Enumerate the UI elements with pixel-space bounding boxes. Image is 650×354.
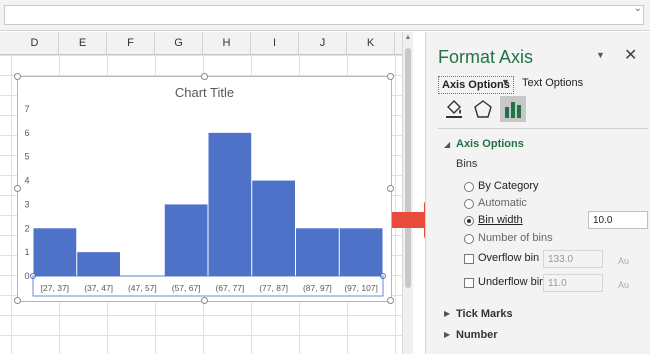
x-tick-label: (87, 97]	[303, 283, 332, 293]
column-h[interactable]: H	[203, 32, 251, 54]
vertical-scrollbar[interactable]: ▲	[402, 32, 413, 354]
overflow-bin-input[interactable]: 133.0	[543, 250, 603, 268]
bin-width-input[interactable]: 10.0	[588, 211, 648, 229]
histogram-bar[interactable]	[208, 132, 252, 276]
column-header: D E F G H I J K	[0, 32, 412, 55]
checkbox-underflow-bin[interactable]	[464, 278, 474, 288]
label-by-category: By Category	[478, 180, 539, 192]
close-icon[interactable]: ✕	[624, 45, 637, 65]
histogram-bar[interactable]	[296, 228, 339, 276]
histogram-bar[interactable]	[33, 228, 77, 276]
effects-pentagon-icon[interactable]	[472, 98, 494, 120]
y-tick-label: 1	[24, 247, 29, 257]
label-overflow-bin: Overflow bin	[478, 252, 540, 264]
resize-handle[interactable]	[387, 185, 394, 192]
y-tick-label: 5	[24, 152, 29, 162]
y-tick-label: 6	[24, 128, 29, 138]
x-tick-label: (77, 87]	[259, 283, 288, 293]
format-axis-pane: Format Axis ▼ ✕ Axis Options ▼ Text Opti…	[425, 32, 650, 354]
radio-by-category[interactable]	[464, 182, 474, 192]
column-d[interactable]: D	[11, 32, 59, 54]
histogram-bar[interactable]	[339, 228, 383, 276]
axis-options-tab-selected[interactable]	[500, 96, 526, 122]
x-tick-label: [27, 37]	[41, 283, 69, 293]
radio-number-of-bins[interactable]	[464, 234, 474, 244]
column-e[interactable]: E	[59, 32, 107, 54]
chart-plot: 0 1 2 3 4 5 6 7 [27, 37] (37, 47] (47, 57] (57, 67]…	[24, 104, 386, 297]
histogram-chart[interactable]: 0 1 2 3 4 5 6 7 [27, 37] (37, 47] (47, 57] (57, 67]…	[14, 73, 394, 304]
y-tick-label: 3	[24, 199, 29, 209]
pane-divider	[438, 128, 648, 129]
overflow-auto-label: Au	[618, 256, 630, 266]
resize-handle[interactable]	[14, 185, 21, 192]
label-underflow-bin: Underflow bin	[478, 276, 546, 288]
column-g[interactable]: G	[155, 32, 203, 54]
chevron-down-icon[interactable]: ⌄	[634, 3, 642, 14]
bar-chart-icon	[505, 102, 521, 118]
x-tick-label: (47, 57]	[128, 283, 157, 293]
resize-handle[interactable]	[201, 297, 208, 304]
column-f[interactable]: F	[107, 32, 155, 54]
tab-text-options[interactable]: Text Options	[522, 77, 583, 89]
resize-handle[interactable]	[201, 73, 208, 80]
resize-handle[interactable]	[14, 297, 21, 304]
pane-title: Format Axis	[438, 47, 534, 67]
radio-automatic[interactable]	[464, 199, 474, 209]
scroll-thumb[interactable]	[405, 48, 411, 288]
y-tick-label: 4	[24, 176, 29, 186]
resize-handle[interactable]	[387, 73, 394, 80]
section-axis-options[interactable]: Axis Options	[456, 138, 524, 150]
scroll-up-icon[interactable]: ▲	[403, 34, 413, 41]
expand-icon[interactable]: ▶	[444, 309, 450, 318]
label-number-of-bins: Number of bins	[478, 232, 553, 244]
collapse-icon[interactable]: ◢	[444, 140, 450, 149]
resize-handle[interactable]	[14, 73, 21, 80]
pane-menu-icon[interactable]: ▼	[596, 50, 605, 60]
histogram-bar[interactable]	[164, 204, 208, 276]
y-tick-label: 7	[24, 104, 29, 114]
y-tick-label: 0	[24, 271, 29, 281]
formula-input[interactable]	[4, 5, 644, 25]
x-tick-label: (37, 47]	[84, 283, 113, 293]
chart-title[interactable]: Chart Title	[18, 85, 391, 100]
underflow-auto-label: Au	[618, 280, 630, 290]
checkbox-overflow-bin[interactable]	[464, 254, 474, 264]
label-automatic: Automatic	[478, 197, 527, 209]
y-tick-label: 2	[24, 223, 29, 233]
label-bin-width: Bin width	[478, 214, 523, 226]
expand-icon[interactable]: ▶	[444, 330, 450, 339]
column-i[interactable]: I	[251, 32, 299, 54]
x-tick-label: (97, 107]	[344, 283, 378, 293]
column-j[interactable]: J	[299, 32, 347, 54]
section-tick-marks[interactable]: Tick Marks	[456, 308, 513, 320]
x-tick-label: (57, 67]	[172, 283, 201, 293]
x-tick-label: (67, 77]	[215, 283, 244, 293]
histogram-bar[interactable]	[77, 252, 120, 276]
formula-bar: ⌄	[0, 0, 650, 31]
underflow-bin-input[interactable]: 11.0	[543, 274, 603, 292]
radio-bin-width[interactable]	[464, 216, 474, 226]
histogram-bar[interactable]	[252, 180, 295, 276]
section-number[interactable]: Number	[456, 329, 498, 341]
chevron-down-icon[interactable]: ▼	[501, 77, 510, 87]
bins-label: Bins	[456, 158, 478, 170]
fill-line-icon[interactable]	[443, 98, 465, 120]
resize-handle[interactable]	[387, 297, 394, 304]
column-k[interactable]: K	[347, 32, 395, 54]
